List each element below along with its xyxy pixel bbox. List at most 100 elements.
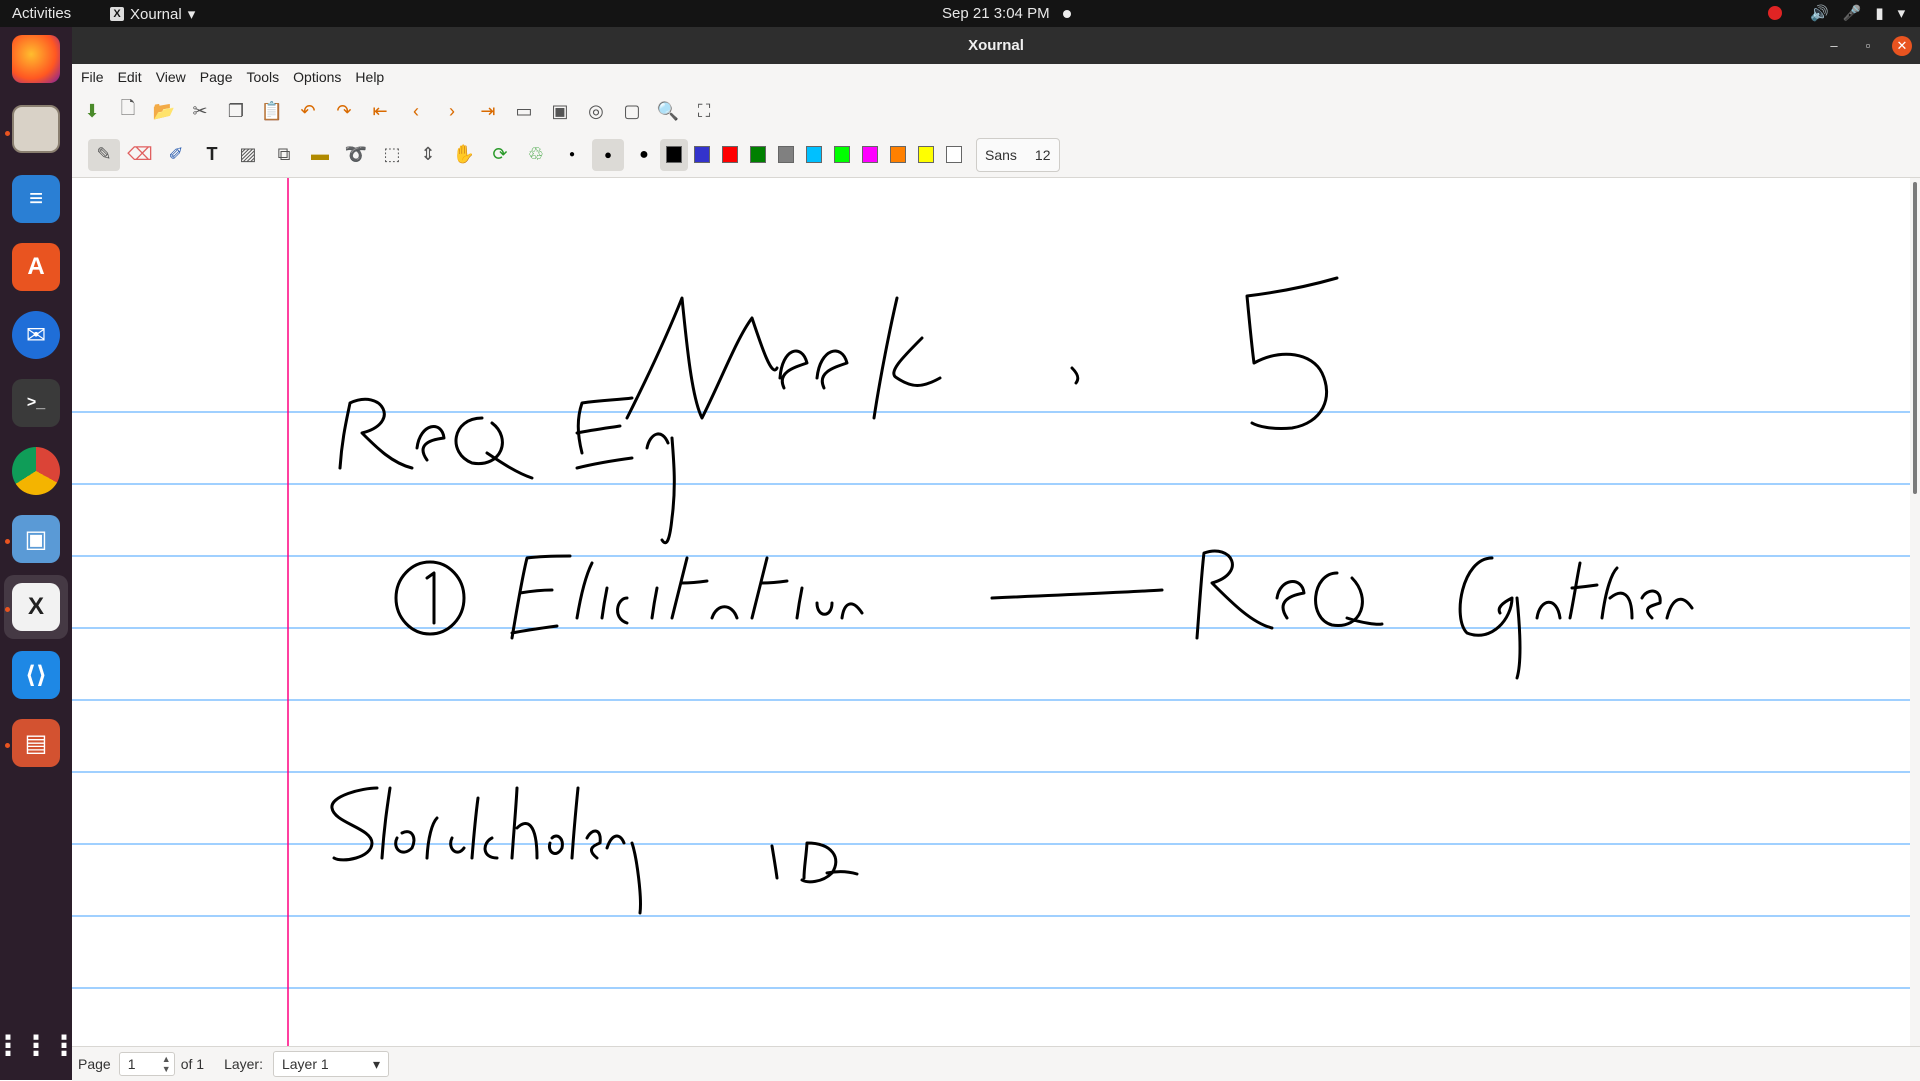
cut-icon[interactable]: ✂ (184, 95, 216, 127)
redo-icon[interactable]: ↷ (328, 95, 360, 127)
spin-arrows-icon[interactable]: ▲ ▼ (162, 1054, 171, 1074)
vertical-scrollbar[interactable] (1910, 178, 1920, 1046)
chevron-down-icon: ▾ (1897, 5, 1906, 22)
first-page-icon[interactable]: ⇤ (364, 95, 396, 127)
microphone-icon: 🎤 (1842, 5, 1862, 22)
color-swatch[interactable] (716, 139, 744, 171)
stroke-circle-one (394, 560, 466, 636)
xournal-icon[interactable]: X (12, 583, 60, 631)
activities-button[interactable]: Activities (12, 5, 71, 22)
zoom-out-icon[interactable]: ▭ (508, 95, 540, 127)
lasso-icon[interactable]: ➰ (340, 139, 372, 171)
minimize-button[interactable]: – (1824, 36, 1844, 56)
color-swatch[interactable] (772, 139, 800, 171)
medium-pen-icon[interactable]: ● (592, 138, 624, 171)
color-swatch[interactable] (800, 139, 828, 171)
color-swatch[interactable] (744, 139, 772, 171)
firefox-icon[interactable] (12, 35, 60, 83)
zoom-fit-icon[interactable]: ▣ (544, 95, 576, 127)
default-tools-icon[interactable]: ⟳ (484, 139, 516, 171)
last-page-icon[interactable]: ⇥ (472, 95, 504, 127)
stroke-one (425, 571, 436, 625)
impress-icon[interactable]: ▤ (12, 719, 60, 767)
close-button[interactable]: ✕ (1892, 36, 1912, 56)
ruler-icon[interactable]: ▬ (304, 139, 336, 171)
files-icon[interactable] (12, 105, 60, 153)
pen-icon[interactable]: ✎ (88, 138, 120, 171)
hand-icon[interactable]: ✋ (448, 139, 480, 171)
stroke-req-eny (338, 396, 676, 545)
system-tray[interactable]: 🔊 🎤 ▮ ▾ (1810, 4, 1905, 22)
color-swatch[interactable] (828, 139, 856, 171)
menu-edit[interactable]: Edit (118, 69, 142, 85)
zoom-in-icon[interactable]: ◎ (580, 95, 612, 127)
recording-indicator-icon[interactable] (1768, 6, 1782, 20)
clock[interactable]: Sep 21 3:04 PM (942, 5, 1050, 22)
app-menu[interactable]: X Xournal ▾ (110, 5, 195, 23)
color-swatch-fill (666, 146, 682, 163)
vscode-icon[interactable]: ⟨⟩ (12, 651, 60, 699)
notification-dot-icon (1063, 10, 1071, 18)
thunderbird-icon[interactable]: ✉ (12, 311, 60, 359)
writer-icon[interactable]: ≡ (12, 175, 60, 223)
menu-page[interactable]: Page (200, 69, 233, 85)
normal-size-icon[interactable]: ▢ (616, 95, 648, 127)
rect-select-icon[interactable]: ⬚ (376, 139, 408, 171)
menu-bar: File Edit View Page Tools Options Help (72, 64, 1920, 90)
color-swatch[interactable] (884, 139, 912, 171)
chrome-icon[interactable] (12, 447, 60, 495)
maximize-button[interactable]: ▫ (1858, 36, 1878, 56)
show-applications-icon[interactable]: ⋮⋮⋮ (0, 1021, 78, 1069)
stroke-d (800, 841, 859, 884)
software-center-icon[interactable]: A (12, 243, 60, 291)
menu-view[interactable]: View (156, 69, 186, 85)
copy-icon[interactable]: ❐ (220, 95, 252, 127)
open-icon[interactable]: 📂 (148, 95, 180, 127)
color-swatch[interactable] (856, 139, 884, 171)
page-label: Page (78, 1056, 111, 1072)
system-top-bar: Activities X Xournal ▾ Sep 21 3:04 PM 🔊 … (0, 0, 1920, 27)
thick-pen-icon[interactable]: ● (628, 139, 660, 171)
menu-help[interactable]: Help (355, 69, 384, 85)
running-indicator (5, 131, 10, 136)
previous-page-icon[interactable]: ‹ (400, 95, 432, 127)
paste-icon[interactable]: 📋 (256, 95, 288, 127)
text-icon[interactable]: T (196, 139, 228, 171)
stroke-five (1245, 276, 1339, 430)
next-page-icon[interactable]: › (436, 95, 468, 127)
thin-pen-icon[interactable]: ● (556, 139, 588, 171)
image-icon[interactable]: ▨ (232, 139, 264, 171)
running-indicator (5, 539, 10, 544)
menu-tools[interactable]: Tools (246, 69, 279, 85)
screenshot-tool-icon[interactable]: ▣ (12, 515, 60, 563)
main-toolbar: ⬇ 🗋 📂 ✂ ❐ 📋 ↶ ↷ ⇤ ‹ › ⇥ ▭ ▣ ◎ ▢ 🔍 ⛶ (72, 90, 1920, 132)
color-swatch[interactable] (940, 139, 968, 171)
color-swatch-fill (750, 146, 766, 163)
window-title-bar: Xournal – ▫ ✕ (72, 27, 1920, 64)
volume-icon: 🔊 (1810, 5, 1829, 22)
scrollbar-thumb[interactable] (1913, 182, 1917, 494)
battery-icon: ▮ (1875, 5, 1884, 22)
color-swatch[interactable] (912, 139, 940, 171)
page-number-input[interactable]: 1 ▲ ▼ (118, 1052, 175, 1076)
undo-icon[interactable]: ↶ (292, 95, 324, 127)
layer-dropdown[interactable]: Layer 1 ▾ (272, 1051, 389, 1077)
menu-file[interactable]: File (81, 69, 104, 85)
shape-recognizer-icon[interactable]: ♲ (520, 139, 552, 171)
vertical-space-icon[interactable]: ⇕ (412, 139, 444, 171)
drawing-canvas[interactable] (72, 178, 1910, 1046)
highlighter-icon[interactable]: ✐ (160, 139, 192, 171)
eraser-icon[interactable]: ⌫ (124, 139, 156, 171)
menu-options[interactable]: Options (293, 69, 341, 85)
shape-icon[interactable]: ⧉ (268, 139, 300, 171)
save-icon[interactable]: ⬇ (76, 95, 108, 127)
new-page-icon[interactable]: 🗋 (112, 95, 144, 127)
find-icon[interactable]: 🔍 (652, 95, 684, 127)
chevron-down-icon: ▾ (372, 1055, 380, 1072)
color-swatch[interactable] (660, 138, 688, 171)
font-button[interactable]: Sans 12 (976, 137, 1060, 172)
terminal-icon[interactable]: >_ (12, 379, 60, 427)
fullscreen-icon[interactable]: ⛶ (688, 95, 720, 127)
color-swatch-fill (918, 146, 934, 163)
color-swatch[interactable] (688, 139, 716, 171)
